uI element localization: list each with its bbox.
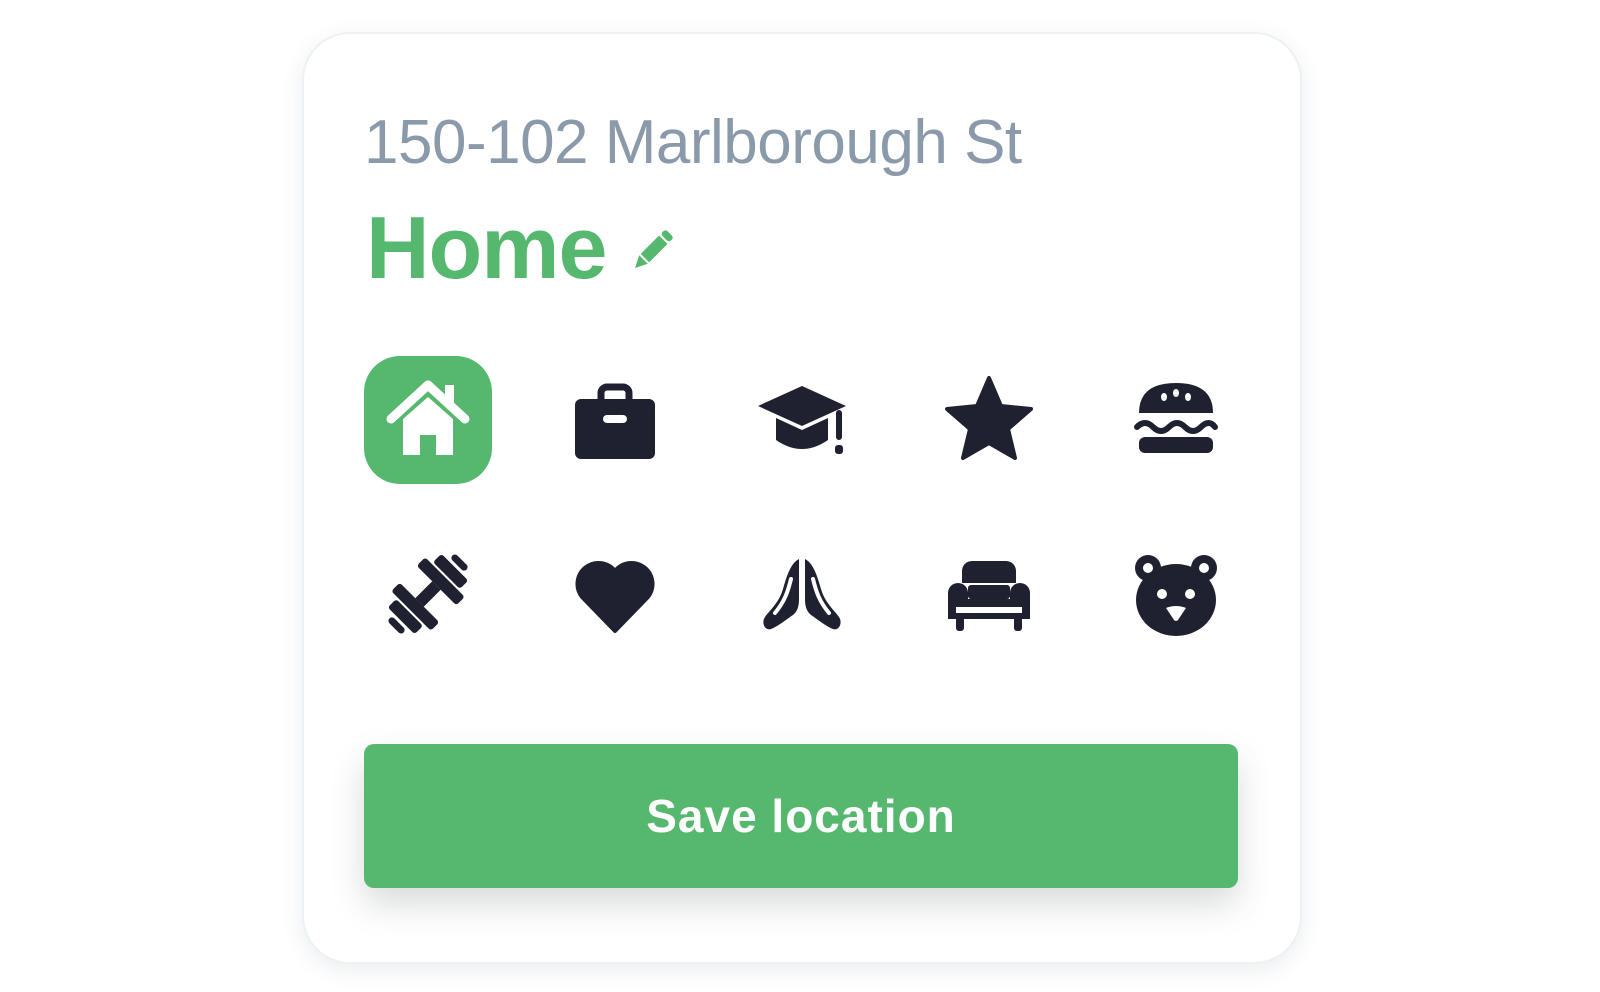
icon-option-heart[interactable]: [551, 530, 679, 658]
burger-icon: [1134, 383, 1218, 453]
location-name-row: Home: [366, 204, 675, 292]
icon-option-graduation-cap[interactable]: [738, 356, 866, 484]
couch-icon: [948, 561, 1030, 631]
icon-option-bear[interactable]: [1112, 530, 1240, 658]
icon-option-home[interactable]: [364, 356, 492, 484]
icon-option-briefcase[interactable]: [551, 356, 679, 484]
briefcase-icon: [575, 383, 655, 459]
icon-option-couch[interactable]: [925, 530, 1053, 658]
dumbbell-icon: [388, 554, 468, 634]
address-text: 150-102 Marlborough St: [364, 108, 1022, 177]
icon-option-burger[interactable]: [1112, 356, 1240, 484]
location-card: 150-102 Marlborough St Home Save locatio…: [302, 32, 1302, 964]
save-location-button[interactable]: Save location: [364, 744, 1238, 888]
praying-hands-icon: [763, 559, 841, 630]
location-name[interactable]: Home: [366, 204, 607, 292]
home-icon: [386, 380, 470, 455]
icon-picker: [364, 356, 1244, 658]
heart-icon: [575, 561, 655, 633]
pencil-icon[interactable]: [629, 228, 675, 274]
icon-option-praying-hands[interactable]: [738, 530, 866, 658]
icon-option-star[interactable]: [925, 356, 1053, 484]
icon-option-dumbbell[interactable]: [364, 530, 492, 658]
star-icon: [945, 376, 1033, 460]
bear-icon: [1135, 555, 1217, 636]
graduation-cap-icon: [758, 386, 846, 454]
